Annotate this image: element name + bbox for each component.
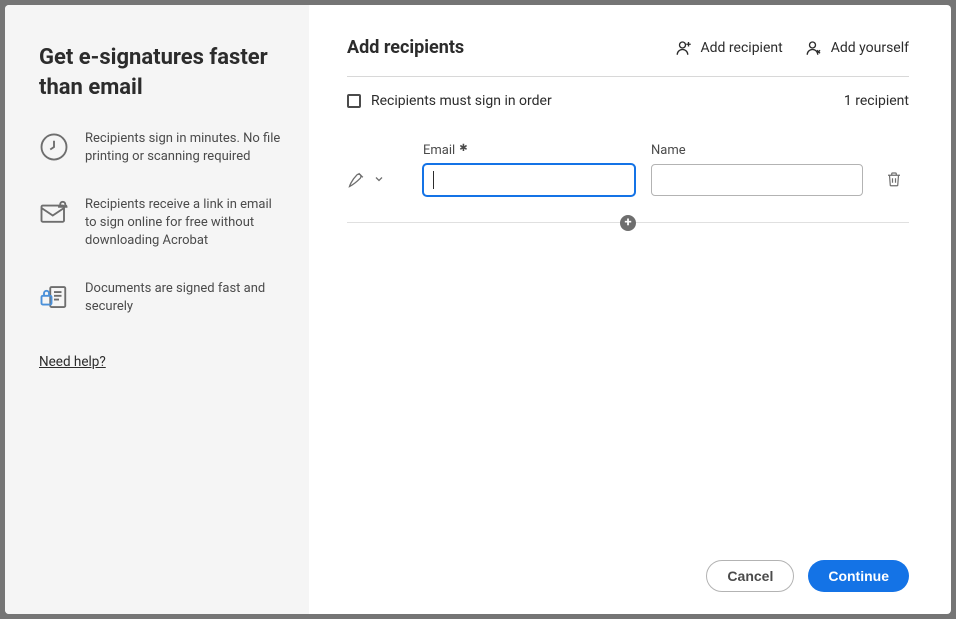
header-actions: Add recipient Add yourself [675,39,909,57]
lock-doc-icon [39,282,69,312]
info-sidebar: Get e-signatures faster than email Recip… [5,5,309,614]
feature-item: Documents are signed fast and securely [39,280,281,316]
add-row-divider: + [347,222,909,223]
checkbox-icon [347,94,361,108]
pen-icon [347,169,367,189]
cancel-button[interactable]: Cancel [706,560,794,592]
name-field[interactable] [651,164,863,196]
sign-order-label: Recipients must sign in order [371,93,552,109]
clock-icon [39,132,69,162]
help-link[interactable]: Need help? [39,354,281,370]
role-dropdown[interactable] [347,163,407,195]
chevron-down-icon [373,170,385,189]
feature-text: Recipients receive a link in email to si… [85,196,281,250]
recipient-count: 1 recipient [844,93,909,109]
required-asterisk: ✱ [459,143,467,154]
footer-actions: Cancel Continue [706,560,909,592]
name-label: Name [651,143,863,158]
sidebar-title: Get e-signatures faster than email [39,43,281,102]
mail-bell-icon [39,198,69,228]
delete-recipient-button[interactable] [879,163,909,195]
sign-order-checkbox[interactable]: Recipients must sign in order [347,93,552,109]
text-caret [433,171,434,189]
feature-text: Recipients sign in minutes. No file prin… [85,130,281,166]
add-yourself-label: Add yourself [831,40,909,56]
recipient-row: Email ✱ Name [347,143,909,196]
add-recipient-button[interactable]: Add recipient [675,39,783,57]
add-row-button[interactable]: + [620,215,636,231]
person-self-icon [805,39,823,57]
feature-text: Documents are signed fast and securely [85,280,281,316]
plus-icon: + [624,215,631,230]
email-field[interactable] [423,164,635,196]
feature-item: Recipients receive a link in email to si… [39,196,281,250]
email-label: Email ✱ [423,143,635,158]
divider [347,76,909,77]
esign-dialog: Get e-signatures faster than email Recip… [5,5,951,614]
options-row: Recipients must sign in order 1 recipien… [347,93,909,109]
trash-icon [885,170,903,188]
add-recipient-label: Add recipient [701,40,783,56]
main-title: Add recipients [347,37,464,58]
main-panel: Add recipients Add recipient [309,5,951,614]
person-plus-icon [675,39,693,57]
continue-button[interactable]: Continue [808,560,909,592]
add-yourself-button[interactable]: Add yourself [805,39,909,57]
feature-item: Recipients sign in minutes. No file prin… [39,130,281,166]
main-header: Add recipients Add recipient [347,37,909,58]
